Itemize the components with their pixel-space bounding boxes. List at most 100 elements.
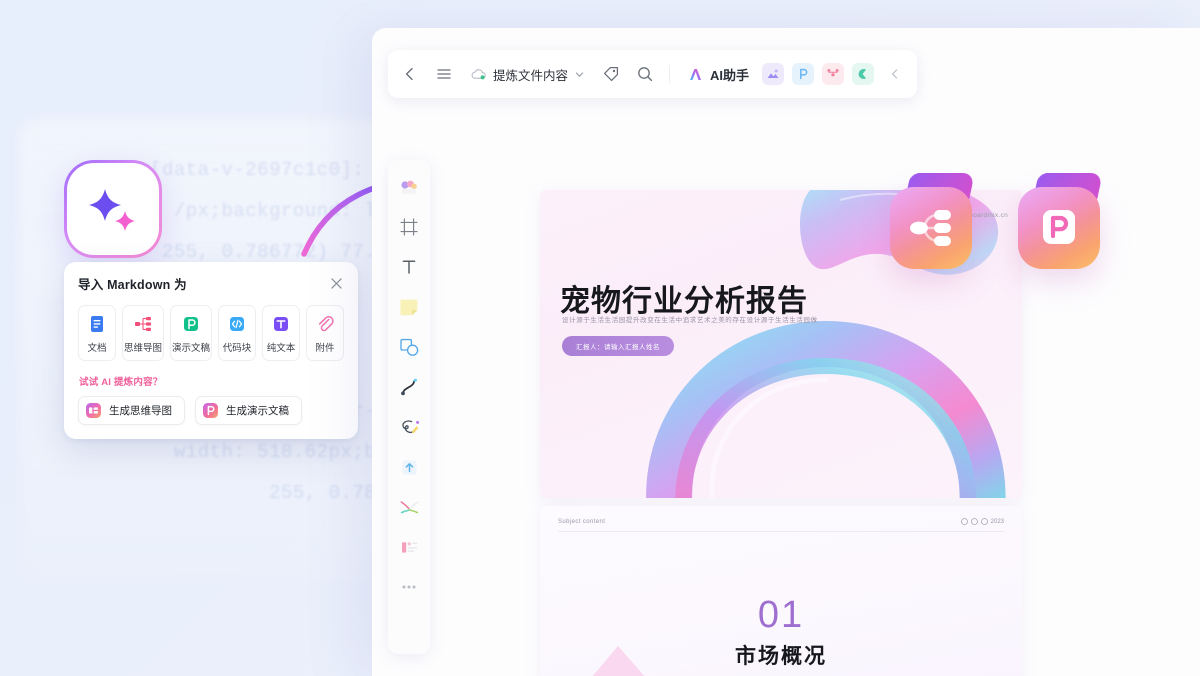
slide-header-meta: 2023 bbox=[960, 518, 1004, 525]
tag-button[interactable] bbox=[595, 57, 627, 91]
attachment-icon bbox=[315, 314, 335, 334]
share-chip[interactable] bbox=[852, 63, 875, 85]
pen-tool[interactable] bbox=[392, 408, 426, 446]
format-label: 附件 bbox=[315, 343, 335, 354]
presentation-p-icon bbox=[800, 68, 808, 80]
format-options-grid: 文档 思维导图 演示文稿 代码块 纯文本 附件 bbox=[78, 305, 345, 361]
top-toolbar: 提炼文件内容 AI助手 bbox=[388, 50, 918, 98]
ai-assistant-label: AI助手 bbox=[710, 67, 750, 83]
search-icon bbox=[638, 67, 653, 82]
mindmap-icon bbox=[133, 314, 153, 334]
mindmap-glyph bbox=[890, 187, 972, 269]
upload-tool[interactable] bbox=[392, 448, 426, 486]
template-tool[interactable] bbox=[392, 528, 426, 566]
document-name: 提炼文件内容 bbox=[493, 68, 569, 83]
back-button[interactable] bbox=[394, 57, 426, 91]
slide-year: 2023 bbox=[990, 518, 1004, 525]
close-icon[interactable] bbox=[328, 276, 344, 292]
doc-icon bbox=[87, 314, 107, 334]
code-line: 255, 0.7867 bbox=[269, 482, 400, 504]
document-name-button[interactable]: 提炼文件内容 bbox=[462, 65, 593, 84]
location-icon bbox=[960, 518, 968, 525]
plain-text-icon bbox=[271, 314, 291, 334]
share-node-icon bbox=[858, 69, 867, 79]
import-markdown-dialog: 导入 Markdown 为 文档 思维导图 演示文稿 代码块 纯文本 附件 试试… bbox=[64, 262, 358, 439]
holographic-ring bbox=[646, 320, 1006, 498]
chevron-left-icon bbox=[405, 67, 413, 81]
mindmap-chip[interactable] bbox=[822, 63, 845, 85]
collapse-toolbar-button[interactable] bbox=[879, 57, 911, 91]
format-option-code-block[interactable]: 代码块 bbox=[218, 305, 257, 361]
format-option-plain-text[interactable]: 纯文本 bbox=[262, 305, 301, 361]
sticky-note-tool[interactable] bbox=[392, 288, 426, 326]
format-label: 纯文本 bbox=[266, 343, 296, 354]
ai-actions: 生成思维导图 生成演示文稿 bbox=[78, 396, 344, 425]
presenter-badge[interactable]: 汇报人：请输入汇报人姓名 bbox=[562, 336, 674, 356]
search-button[interactable] bbox=[629, 57, 661, 91]
format-option-mindmap[interactable]: 思维导图 bbox=[122, 305, 165, 361]
slide-subtitle: 设计源于生活生活园提升改变在生活中追求艺术之美的存在设计源于生活生活园做 bbox=[562, 317, 818, 324]
presentation-glyph bbox=[1018, 187, 1100, 269]
chevron-down-icon bbox=[575, 71, 584, 77]
stickers-tool[interactable] bbox=[392, 168, 426, 206]
presentation-app-icon[interactable] bbox=[1010, 173, 1108, 271]
section-title: 市场概况 bbox=[735, 645, 827, 668]
format-label: 代码块 bbox=[222, 343, 252, 354]
slide-header: Subject content 2023 bbox=[558, 518, 1004, 532]
cloud-saved-icon bbox=[471, 68, 486, 79]
smile-icon bbox=[970, 518, 978, 525]
ai-presentation-icon bbox=[202, 402, 219, 419]
format-option-presentation[interactable]: 演示文稿 bbox=[170, 305, 213, 361]
menu-button[interactable] bbox=[428, 57, 460, 91]
mindmap-app-icon[interactable] bbox=[882, 173, 980, 271]
ai-mindmap-icon bbox=[85, 402, 102, 419]
frame-tool[interactable] bbox=[392, 208, 426, 246]
connector-tool[interactable] bbox=[392, 368, 426, 406]
presentation-icon bbox=[181, 314, 201, 334]
dialog-header: 导入 Markdown 为 bbox=[78, 274, 344, 293]
sticky-note-icon bbox=[400, 299, 418, 316]
format-label: 思维导图 bbox=[124, 343, 163, 354]
ai-sparkle-badge[interactable] bbox=[64, 160, 162, 258]
code-block-icon bbox=[227, 314, 247, 334]
stickers-icon bbox=[401, 180, 417, 194]
generate-presentation-button[interactable]: 生成演示文稿 bbox=[195, 396, 302, 425]
ai-assistant-button[interactable]: AI助手 bbox=[678, 65, 757, 84]
text-t-icon bbox=[402, 260, 416, 274]
shape-tool[interactable] bbox=[392, 328, 426, 366]
image-icon bbox=[767, 69, 779, 78]
upload-icon bbox=[401, 459, 417, 475]
format-label: 文档 bbox=[87, 343, 107, 354]
toolbar-divider bbox=[669, 65, 671, 83]
ai-sparkle-icon bbox=[690, 68, 702, 80]
slide-section-divider[interactable]: Subject content 2023 01 市场概况 bbox=[540, 506, 1022, 676]
mindmap-tool[interactable] bbox=[392, 488, 426, 526]
format-label: 演示文稿 bbox=[172, 343, 211, 354]
sparkles-icon bbox=[89, 189, 135, 231]
left-tool-rail bbox=[388, 160, 430, 654]
format-option-doc[interactable]: 文档 bbox=[78, 305, 116, 361]
more-dots-icon bbox=[402, 585, 416, 589]
template-list-icon bbox=[401, 541, 417, 553]
text-tool[interactable] bbox=[392, 248, 426, 286]
format-option-attachment[interactable]: 附件 bbox=[306, 305, 345, 361]
dialog-title: 导入 Markdown 为 bbox=[78, 278, 187, 292]
generate-mindmap-button[interactable]: 生成思维导图 bbox=[78, 396, 185, 425]
more-tools[interactable] bbox=[392, 568, 426, 606]
image-chip[interactable] bbox=[762, 63, 785, 85]
curve-connector-icon bbox=[401, 378, 417, 396]
app-window: 提炼文件内容 AI助手 boardmix.cn 宠物行业分析报告 设计源于生活生… bbox=[372, 28, 1200, 676]
pen-scribble-icon bbox=[401, 419, 419, 433]
section-number: 01 bbox=[757, 594, 805, 636]
frame-icon bbox=[400, 218, 418, 236]
chevron-left-icon bbox=[892, 69, 898, 79]
ai-action-label: 生成演示文稿 bbox=[226, 405, 289, 417]
ai-hint-text: 试试 AI 提炼内容？ bbox=[79, 377, 163, 388]
presentation-chip[interactable] bbox=[792, 63, 815, 85]
shapes-icon bbox=[400, 338, 419, 356]
hamburger-menu-icon bbox=[437, 69, 451, 79]
tag-icon bbox=[603, 66, 619, 82]
mindmap-node-icon bbox=[827, 69, 839, 77]
slide-header-label: Subject content bbox=[558, 518, 606, 525]
gear-icon bbox=[980, 518, 988, 525]
